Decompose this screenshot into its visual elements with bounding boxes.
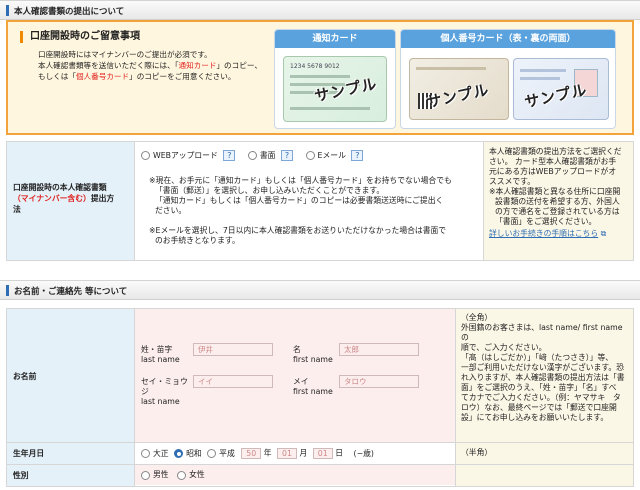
birth-year-input[interactable]: 50 [241, 448, 262, 459]
first-name-kana-input[interactable]: タロウ [339, 375, 419, 388]
procedure-link[interactable]: 詳しいお手続きの手順はこちら [489, 229, 598, 238]
era-taisho[interactable]: 大正 [141, 449, 169, 458]
gender-male[interactable]: 男性 [141, 470, 169, 480]
submission-method-row: 口座開設時の本人確認書類 （マイナンバー含む）提出方 法 WEBアップロード ?… [6, 141, 634, 261]
birth-month-input[interactable]: 01 [277, 448, 297, 459]
option-web[interactable]: WEBアップロード [141, 151, 218, 160]
external-link-icon: ⧉ [598, 229, 607, 238]
help-icon[interactable]: ? [351, 150, 364, 161]
option-email[interactable]: Eメール [305, 151, 346, 160]
birth-date-row: 生年月日 大正 昭和 平成 50 年 01 月 01 日 (−歳) （半角） [6, 443, 634, 465]
era-showa[interactable]: 昭和 [174, 449, 202, 458]
help-icon[interactable]: ? [223, 150, 236, 161]
notice-box: 口座開設時のご留意事項 口座開設時にはマイナンバーのご提出が必須です。 本人確認… [6, 20, 634, 135]
card-back-image: サンプル [409, 58, 509, 120]
first-name-input[interactable]: 太郎 [339, 343, 419, 356]
birth-day-input[interactable]: 01 [312, 448, 333, 459]
card-image: 1234 5678 9012 サンプル [283, 56, 387, 122]
gender-female[interactable]: 女性 [177, 470, 205, 480]
age-display: (−歳) [353, 448, 374, 458]
section-header-contact: お名前・ご連絡先 等について [0, 280, 640, 300]
submission-options: WEBアップロード ? 書面 ? Eメール ? [141, 150, 481, 161]
section-title: 本人確認書類の提出について [14, 7, 125, 17]
submission-info: ※Eメールを選択し、7日以内に本人確認書類をお送りいただけなかった場合は書面で … [149, 226, 447, 245]
section-title: お名前・ご連絡先 等について [14, 287, 128, 297]
notice-body: 口座開設時にはマイナンバーのご提出が必須です。 本人確認書類等を送信いただく際に… [38, 50, 262, 81]
option-paper[interactable]: 書面 [247, 151, 275, 160]
card-front-image: サンプル [513, 58, 609, 120]
submission-warning: ※現在、お手元に「通知カード」もしくは「個人番号カード」をお持ちでない場合でも … [149, 176, 452, 215]
notice-title: 口座開設時のご留意事項 [20, 31, 140, 43]
era-heisei[interactable]: 平成 [207, 449, 235, 458]
kojin-card-sample: 個人番号カード（表・裏の両面） サンプル サンプル [400, 29, 616, 129]
name-side-note: （全角） 外国籍のお客さまは、last name/ first name の 順… [455, 309, 633, 442]
submission-side-note: 本人確認書類の提出方法をご選択くだ さい。 カード型本人確認書類がお手 元にある… [483, 142, 633, 260]
last-name-input[interactable]: 伊井 [193, 343, 273, 356]
section-header-documents: 本人確認書類の提出について [0, 0, 640, 20]
tsuchi-card-sample: 通知カード 1234 5678 9012 サンプル [274, 29, 396, 129]
help-icon[interactable]: ? [281, 150, 293, 161]
gender-row: 性別 男性 女性 [6, 465, 634, 487]
name-row: お名前 姓・苗字 last name 伊井 名 first name 太郎 セイ・ミ… [6, 308, 634, 443]
last-name-kana-input[interactable]: イイ [193, 375, 273, 388]
